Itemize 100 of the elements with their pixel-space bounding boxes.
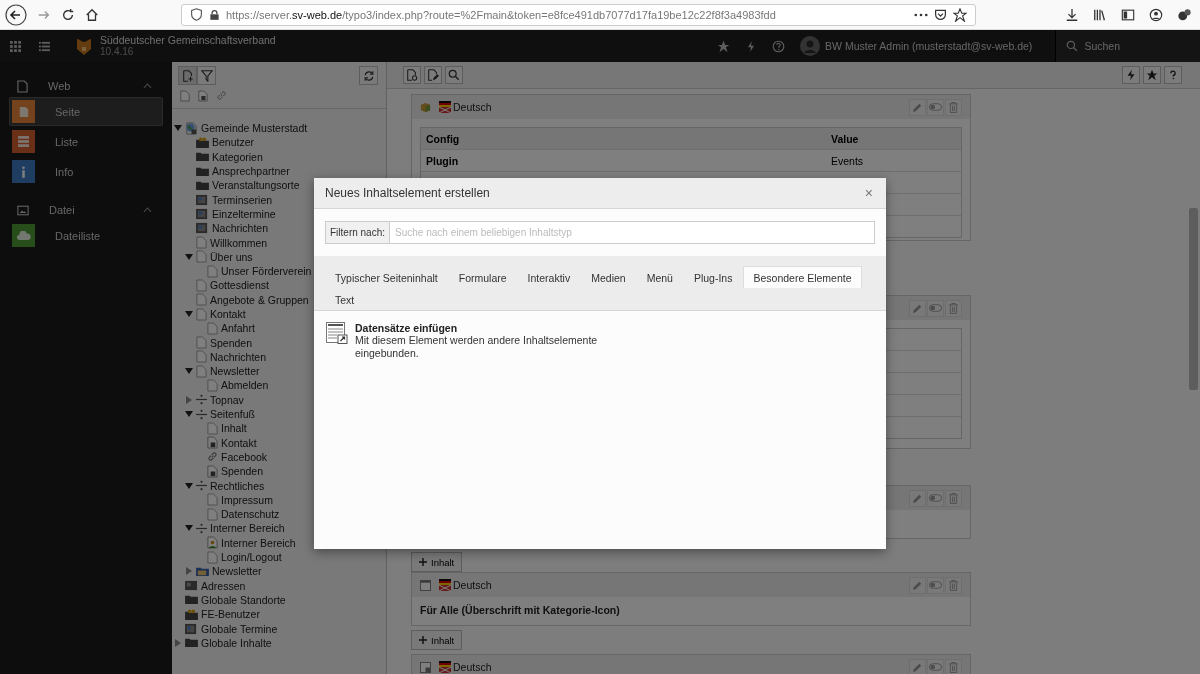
shield-icon[interactable] xyxy=(190,8,203,21)
tab[interactable]: Interaktiv xyxy=(517,266,581,288)
module-item[interactable]: Liste xyxy=(9,127,163,156)
new-page-button[interactable] xyxy=(178,66,197,85)
page-tree-item[interactable]: Angebote & Gruppen xyxy=(210,293,309,306)
page-tree-item[interactable]: Gemeinde Musterstadt xyxy=(201,122,308,135)
address-bar[interactable]: https://server.sv-web.de/typo3/index.php?route=%2Fmain&token=e8fce491db7077d17fa19be12c22f8f3a4983fdd xyxy=(181,3,976,26)
module-item[interactable]: Info xyxy=(9,157,163,186)
page-tree-item[interactable]: Gottesdienst xyxy=(210,279,269,292)
edit-button[interactable] xyxy=(909,299,926,317)
home-icon[interactable] xyxy=(85,7,99,22)
more-icon[interactable] xyxy=(914,11,928,18)
module-item[interactable]: Dateiliste xyxy=(9,221,163,250)
edit-button[interactable] xyxy=(909,98,926,116)
page-tree-item[interactable]: Terminserien xyxy=(212,193,273,206)
grid-icon[interactable] xyxy=(10,40,21,52)
tab[interactable]: Formulare xyxy=(448,266,517,288)
edit-button[interactable] xyxy=(909,489,926,507)
search-button[interactable] xyxy=(445,66,463,84)
pocket-icon[interactable] xyxy=(934,8,947,21)
page-tree-item[interactable]: Globale Inhalte xyxy=(201,636,272,649)
filter-button[interactable] xyxy=(197,66,216,85)
toggle-button[interactable] xyxy=(927,98,944,116)
library-icon[interactable] xyxy=(1093,7,1107,22)
page-tree-item[interactable]: Newsletter xyxy=(212,565,262,578)
page-tree-item[interactable]: Veranstaltungsorte xyxy=(212,179,300,192)
element-title[interactable]: Datensätze einfügen xyxy=(355,322,625,334)
account-icon[interactable] xyxy=(1149,7,1163,22)
page-tree-item[interactable]: Globale Termine xyxy=(201,622,278,635)
page-tree-item[interactable]: Kategorien xyxy=(212,150,263,163)
toggle-button[interactable] xyxy=(927,658,944,674)
tab[interactable]: Medien xyxy=(581,266,636,288)
shortcut-button[interactable] xyxy=(1122,66,1140,84)
delete-button[interactable] xyxy=(945,658,962,674)
module-group-header[interactable]: Web xyxy=(0,76,172,96)
edit-page-button[interactable] xyxy=(424,66,442,84)
tree-toggle-icon[interactable] xyxy=(185,481,193,490)
delete-button[interactable] xyxy=(945,576,962,594)
page-tree-item[interactable]: Anfahrt xyxy=(221,322,255,335)
search-button[interactable]: Suchen xyxy=(1055,30,1200,62)
page-tree-item[interactable]: Facebook xyxy=(221,450,268,463)
page-tree-item[interactable]: Interner Bereich xyxy=(221,536,296,549)
back-icon[interactable] xyxy=(5,3,27,26)
page-tree-item[interactable]: Spenden xyxy=(221,465,264,478)
sidebar-icon[interactable] xyxy=(1121,7,1135,22)
tree-toggle-icon[interactable] xyxy=(174,124,182,133)
tree-toggle-icon[interactable] xyxy=(185,367,193,376)
tree-toggle-icon[interactable] xyxy=(185,395,193,404)
module-group-header[interactable]: Datei xyxy=(0,200,172,220)
star-icon[interactable] xyxy=(953,7,967,22)
page-tree-item[interactable]: Inhalt xyxy=(221,422,247,435)
page-tree-item[interactable]: Ansprechpartner xyxy=(212,165,290,178)
page-tree-item[interactable]: Abmelden xyxy=(221,379,269,392)
download-icon[interactable] xyxy=(1065,7,1079,22)
tree-toggle-icon[interactable] xyxy=(185,524,193,533)
list-icon[interactable] xyxy=(39,40,50,52)
page-tree-item[interactable]: FE-Benutzer xyxy=(201,608,260,621)
help-button[interactable] xyxy=(1164,66,1182,84)
page-tree-item[interactable]: Einzeltermine xyxy=(212,207,276,220)
tab[interactable]: Text xyxy=(325,288,365,310)
delete-button[interactable] xyxy=(945,489,962,507)
page-tree-item[interactable]: Globale Standorte xyxy=(201,593,286,606)
add-content-button[interactable]: Inhalt xyxy=(411,552,463,572)
tree-toggle-icon[interactable] xyxy=(185,567,193,576)
edit-button[interactable] xyxy=(909,658,926,674)
reload-icon[interactable] xyxy=(61,7,75,22)
tree-toggle-icon[interactable] xyxy=(185,310,193,318)
page-tree-item[interactable]: Impressum xyxy=(221,493,273,506)
page-tree-item[interactable]: Spenden xyxy=(210,336,253,349)
page-icon[interactable] xyxy=(180,90,190,102)
page-tree-item[interactable]: Nachrichten xyxy=(212,222,269,235)
delete-button[interactable] xyxy=(945,299,962,317)
module-item[interactable]: Seite xyxy=(9,97,163,126)
tree-toggle-icon[interactable] xyxy=(174,638,182,647)
tab[interactable]: Menü xyxy=(636,266,683,288)
page-tree-item[interactable]: Willkommen xyxy=(210,236,268,249)
user-menu[interactable]: BW Muster Admin (musterstadt@sv-web.de) xyxy=(800,36,1041,56)
refresh-button[interactable] xyxy=(359,66,378,85)
page-tree-item[interactable]: Rechtliches xyxy=(210,479,265,492)
tab[interactable]: Plug-Ins xyxy=(683,266,743,288)
scrollbar[interactable] xyxy=(1189,208,1198,390)
tab[interactable]: Besondere Elemente xyxy=(743,266,862,288)
page-tree-item[interactable]: Kontakt xyxy=(210,308,246,320)
page-tree-item[interactable]: Über uns xyxy=(210,250,253,263)
add-content-button[interactable]: Inhalt xyxy=(411,630,463,650)
toggle-button[interactable] xyxy=(927,489,944,507)
tree-toggle-icon[interactable] xyxy=(185,410,193,419)
edit-button[interactable] xyxy=(909,576,926,594)
page-tree-item[interactable]: Nachrichten xyxy=(210,350,267,363)
page-tree-item[interactable]: Login/Logout xyxy=(221,551,282,564)
close-button[interactable]: × xyxy=(861,185,876,201)
toggle-button[interactable] xyxy=(927,576,944,594)
insert-records-icon[interactable] xyxy=(326,322,348,344)
page-tree-item[interactable]: Interner Bereich xyxy=(210,522,285,535)
help-icon[interactable] xyxy=(772,39,786,53)
page-tree-item[interactable]: Benutzer xyxy=(212,136,255,149)
page-tree-item[interactable]: Adressen xyxy=(201,579,246,592)
tab[interactable]: Typischer Seiteninhalt xyxy=(325,266,448,288)
page-tree-item[interactable]: Topnav xyxy=(210,393,244,406)
filter-input[interactable]: Suche nach einem beliebigen Inhaltstyp xyxy=(390,221,875,244)
